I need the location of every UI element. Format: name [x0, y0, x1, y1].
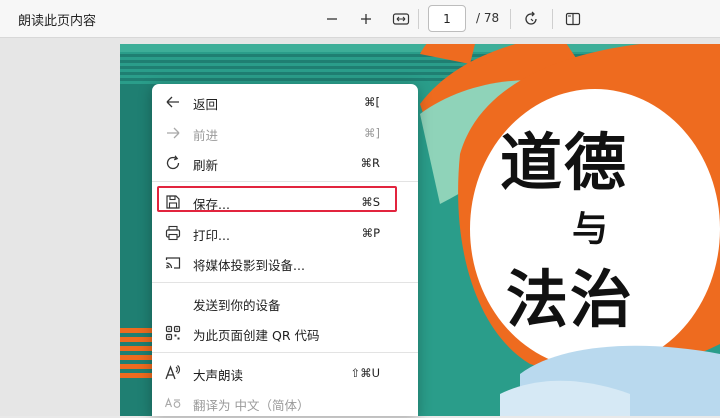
rotate-button[interactable] — [519, 7, 543, 31]
read-aloud-icon — [165, 365, 180, 380]
menu-divider — [152, 282, 418, 283]
menu-item-shortcut: ⌘] — [364, 126, 380, 140]
qr-code-icon — [165, 325, 181, 341]
menu-item-forward[interactable]: 前进 ⌘] — [152, 118, 418, 148]
menu-item-label: 刷新 — [193, 158, 219, 173]
menu-item-translate[interactable]: 翻译为 中文（简体） — [152, 388, 418, 418]
page-number-input[interactable]: 1 — [428, 5, 466, 32]
menu-item-label: 返回 — [193, 97, 219, 112]
print-icon — [165, 225, 181, 241]
zoom-in-button[interactable] — [354, 7, 378, 31]
menu-divider — [152, 352, 418, 353]
menu-item-back[interactable]: 返回 ⌘[ — [152, 87, 418, 117]
menu-item-shortcut: ⇧⌘U — [350, 366, 380, 380]
menu-item-qr-code[interactable]: 为此页面创建 QR 代码 — [152, 318, 418, 348]
cast-icon — [165, 257, 181, 269]
menu-item-send-to-devices[interactable]: 发送到你的设备 — [152, 288, 418, 318]
menu-divider — [152, 181, 418, 182]
menu-item-print[interactable]: 打印... ⌘P — [152, 218, 418, 248]
menu-item-refresh[interactable]: 刷新 ⌘R — [152, 148, 418, 178]
two-page-view-icon — [565, 12, 581, 26]
zoom-out-button[interactable] — [320, 7, 344, 31]
cover-title-line1: 道德 — [500, 126, 629, 199]
menu-item-label: 前进 — [193, 128, 219, 143]
fit-width-icon — [392, 13, 410, 25]
read-aloud-title[interactable]: 朗读此页内容 — [18, 10, 96, 29]
plus-icon — [361, 14, 371, 24]
menu-item-cast[interactable]: 将媒体投影到设备... — [152, 248, 418, 278]
menu-item-label: 大声朗读 — [193, 368, 244, 383]
pdf-toolbar: 朗读此页内容 1 / 78 — [0, 0, 720, 38]
menu-item-label: 打印... — [193, 228, 230, 243]
rotate-icon — [525, 11, 537, 25]
menu-item-label: 翻译为 中文（简体） — [193, 398, 310, 413]
translate-icon — [164, 397, 181, 408]
cover-title-line2: 与 — [572, 208, 609, 250]
save-highlight-box — [157, 186, 397, 212]
menu-item-label: 为此页面创建 QR 代码 — [193, 328, 320, 343]
menu-item-read-aloud[interactable]: 大声朗读 ⇧⌘U — [152, 358, 418, 388]
menu-item-label: 将媒体投影到设备... — [193, 258, 305, 273]
forward-arrow-icon — [167, 127, 180, 139]
menu-item-shortcut: ⌘R — [360, 156, 381, 170]
minus-icon — [327, 18, 337, 20]
toolbar-divider — [552, 9, 553, 29]
refresh-icon — [166, 155, 180, 170]
back-arrow-icon — [166, 96, 179, 108]
cover-title-line3: 法治 — [506, 263, 635, 336]
page-total: / 78 — [476, 11, 500, 25]
menu-item-label: 发送到你的设备 — [193, 298, 281, 313]
menu-item-shortcut: ⌘[ — [364, 95, 380, 109]
menu-item-shortcut: ⌘P — [361, 226, 380, 240]
fit-width-button[interactable] — [389, 7, 413, 31]
page-view-button[interactable] — [561, 7, 585, 31]
context-menu: 返回 ⌘[ 前进 ⌘] 刷新 ⌘R 保存... ⌘S 打印... ⌘P 将媒体投… — [152, 84, 418, 416]
toolbar-divider — [510, 9, 511, 29]
toolbar-divider — [418, 9, 419, 29]
